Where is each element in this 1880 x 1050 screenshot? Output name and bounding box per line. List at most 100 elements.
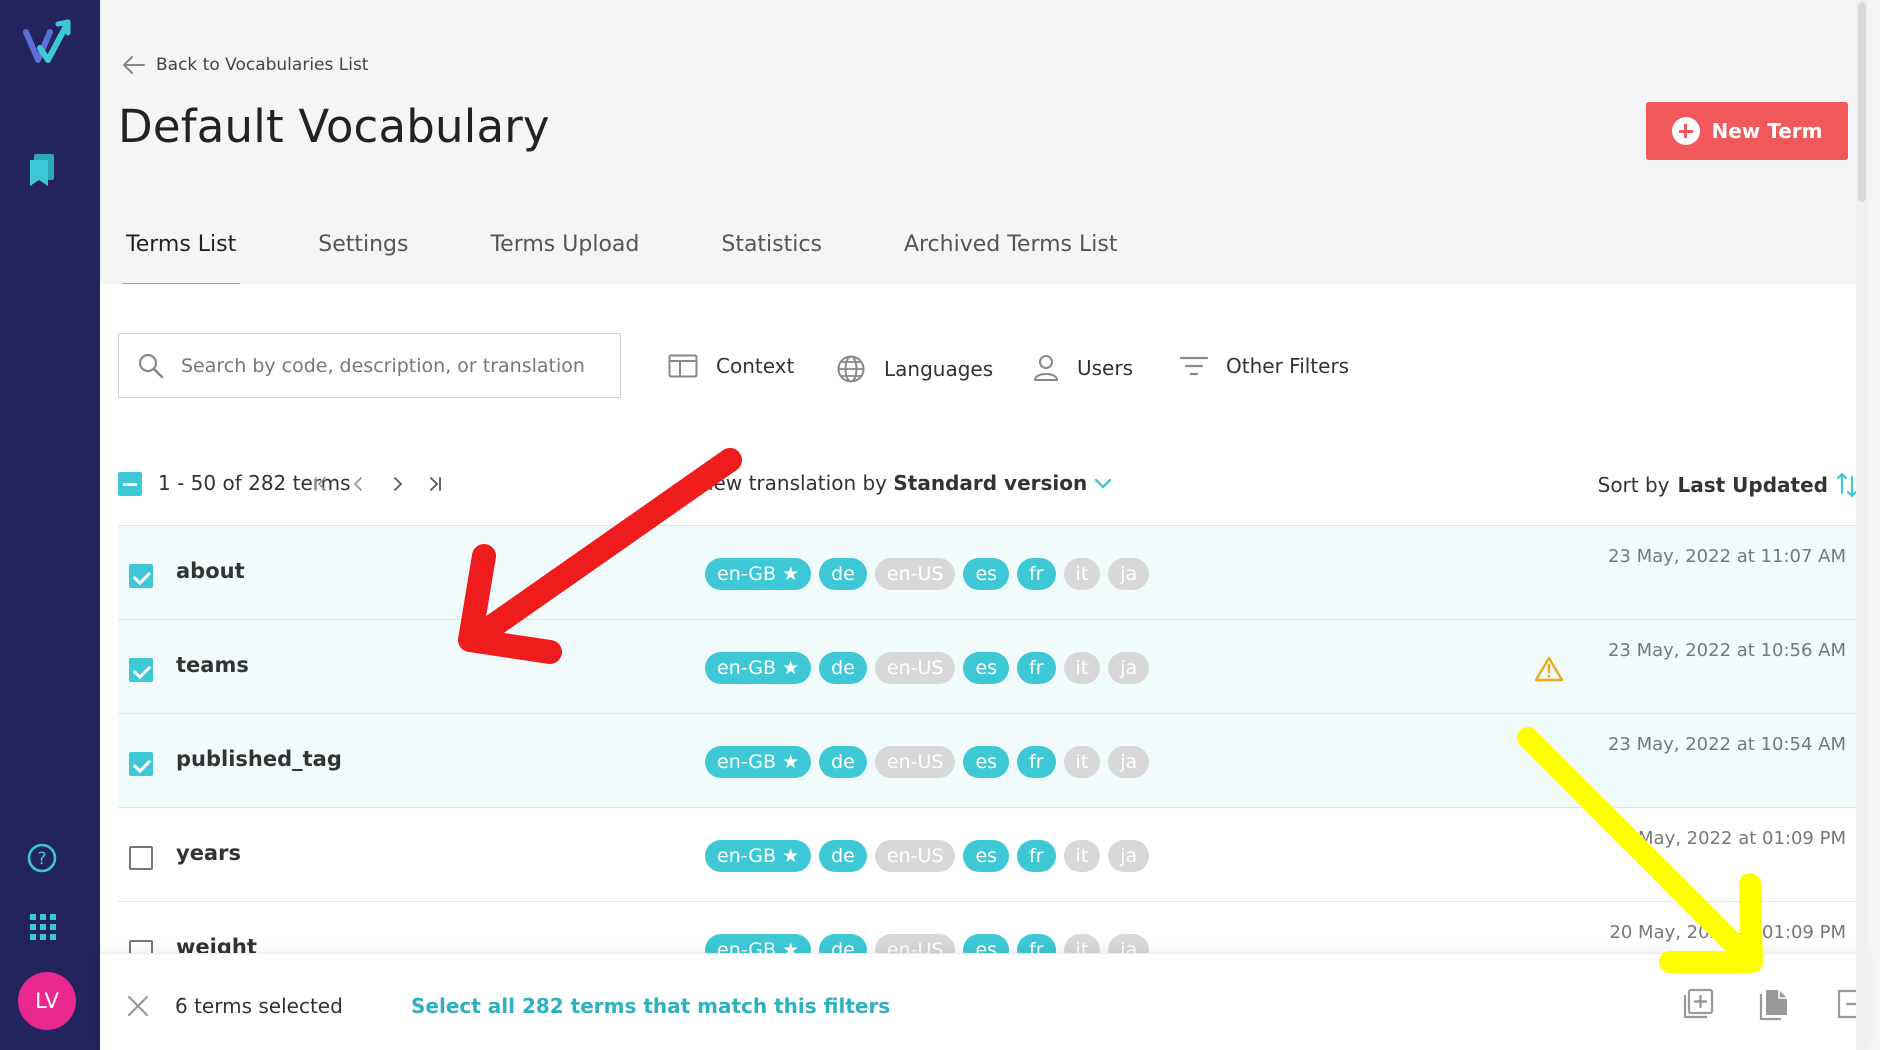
lang-badge-it[interactable]: it [1063, 746, 1101, 778]
languages-filter-label: Languages [884, 357, 994, 381]
selected-count: 6 terms selected [175, 994, 343, 1018]
lang-badge-de[interactable]: de [819, 746, 867, 778]
new-term-label: New Term [1711, 119, 1823, 143]
updated-date: 23 May, 2022 at 10:54 AM [1607, 734, 1846, 755]
table-row[interactable]: years en-GB ★ de en-US es fr it ja May, … [118, 807, 1858, 901]
context-filter-label: Context [716, 354, 795, 378]
language-badges: en-GB ★ de en-US es fr it ja [705, 558, 1150, 590]
lang-badge-en-us[interactable]: en-US [874, 840, 956, 872]
previous-page-icon[interactable] [350, 475, 368, 493]
view-translation-value: Standard version [893, 471, 1088, 495]
lang-badge-fr[interactable]: fr [1017, 746, 1056, 778]
languages-filter[interactable]: Languages [836, 354, 993, 384]
search-box [118, 333, 621, 398]
updated-date: May, 2022 at 01:09 PM [1638, 828, 1846, 849]
search-input[interactable] [181, 354, 601, 377]
lang-badge-fr[interactable]: fr [1017, 840, 1056, 872]
lang-badge-en-gb[interactable]: en-GB ★ [705, 840, 812, 872]
lang-badge-ja[interactable]: ja [1108, 746, 1150, 778]
close-icon[interactable] [126, 994, 150, 1018]
sort-prefix: Sort by [1597, 473, 1670, 497]
language-badges: en-GB ★ de en-US es fr it ja [705, 840, 1150, 872]
term-code[interactable]: teams [176, 653, 249, 677]
lang-badge-es[interactable]: es [963, 558, 1010, 590]
help-icon[interactable]: ? [26, 842, 58, 874]
lang-badge-ja[interactable]: ja [1108, 840, 1150, 872]
term-code[interactable]: published_tag [176, 747, 342, 771]
lang-badge-fr[interactable]: fr [1017, 558, 1056, 590]
table-row[interactable]: published_tag en-GB ★ de en-US es fr it … [118, 713, 1858, 807]
select-all-matching-link[interactable]: Select all 282 terms that match this fil… [411, 994, 890, 1018]
lang-badge-en-us[interactable]: en-US [874, 652, 956, 684]
term-code[interactable]: about [176, 559, 245, 583]
users-filter-label: Users [1077, 356, 1134, 380]
vocabularies-bookmark-icon[interactable] [26, 152, 60, 188]
table-row[interactable]: teams en-GB ★ de en-US es fr it ja 23 Ma… [118, 619, 1858, 713]
select-all-checkbox[interactable] [118, 472, 142, 496]
lang-badge-de[interactable]: de [819, 840, 867, 872]
context-filter[interactable]: Context [668, 354, 794, 378]
lang-badge-de[interactable]: de [819, 652, 867, 684]
search-icon [138, 353, 164, 378]
lang-badge-fr[interactable]: fr [1017, 652, 1056, 684]
lang-badge-en-us[interactable]: en-US [874, 746, 956, 778]
sort-selector[interactable]: Sort by Last Updated [1598, 471, 1858, 499]
lang-badge-en-gb[interactable]: en-GB ★ [705, 652, 812, 684]
first-page-icon[interactable] [312, 475, 330, 493]
tab-terms-list[interactable]: Terms List [122, 232, 241, 286]
row-checkbox[interactable] [129, 658, 153, 682]
lang-badge-it[interactable]: it [1063, 840, 1101, 872]
back-to-vocabularies-link[interactable]: Back to Vocabularies List [122, 55, 368, 75]
lang-badge-ja[interactable]: ja [1108, 652, 1150, 684]
sort-arrows-icon [1836, 472, 1858, 498]
row-checkbox[interactable] [129, 846, 153, 870]
lang-badge-de[interactable]: de [819, 558, 867, 590]
lang-badge-it[interactable]: it [1063, 652, 1101, 684]
selection-action-bar: 6 terms selected Select all 282 terms th… [100, 953, 1868, 1050]
new-term-button[interactable]: New Term [1646, 102, 1848, 160]
tab-terms-upload[interactable]: Terms Upload [486, 232, 643, 284]
other-filters[interactable]: Other Filters [1180, 354, 1349, 378]
row-checkbox[interactable] [129, 752, 153, 776]
svg-text:?: ? [37, 849, 46, 869]
tab-statistics[interactable]: Statistics [717, 232, 826, 284]
scrollbar-thumb[interactable] [1858, 2, 1866, 202]
last-page-icon[interactable] [426, 475, 444, 493]
table-row[interactable]: about en-GB ★ de en-US es fr it ja 23 Ma… [118, 525, 1858, 619]
next-page-icon[interactable] [388, 475, 406, 493]
lang-badge-it[interactable]: it [1063, 558, 1101, 590]
arrow-left-icon [123, 56, 145, 74]
main-area: Back to Vocabularies List Default Vocabu… [100, 0, 1868, 1050]
apps-grid-icon[interactable] [30, 914, 56, 940]
lang-badge-en-gb[interactable]: en-GB ★ [705, 746, 812, 778]
copy-icon[interactable] [1758, 988, 1790, 1022]
row-checkbox[interactable] [129, 564, 153, 588]
view-translation-selector[interactable]: iew translation by Standard version [708, 471, 1112, 495]
sidebar: ? LV [0, 0, 100, 1050]
users-filter[interactable]: Users [1033, 354, 1133, 382]
warning-icon[interactable] [1534, 656, 1564, 682]
chevron-down-icon [1094, 478, 1111, 489]
context-window-icon [668, 354, 698, 378]
terms-list-panel: Context Languages Users Other Filters [100, 284, 1868, 1050]
add-to-collection-icon[interactable] [1682, 988, 1714, 1020]
page-scrollbar[interactable] [1856, 0, 1868, 1050]
lang-badge-es[interactable]: es [963, 652, 1010, 684]
lang-badge-en-gb[interactable]: en-GB ★ [705, 558, 812, 590]
lang-badge-es[interactable]: es [963, 746, 1010, 778]
term-code[interactable]: years [176, 841, 241, 865]
terms-table: about en-GB ★ de en-US es fr it ja 23 Ma… [118, 525, 1858, 995]
page-title: Default Vocabulary [118, 100, 550, 153]
tab-settings[interactable]: Settings [314, 232, 412, 284]
sort-value: Last Updated [1677, 473, 1828, 497]
lang-badge-en-us[interactable]: en-US [874, 558, 956, 590]
app-logo-icon[interactable] [22, 18, 72, 68]
lang-badge-ja[interactable]: ja [1108, 558, 1150, 590]
back-link-label: Back to Vocabularies List [156, 55, 369, 75]
lang-badge-es[interactable]: es [963, 840, 1010, 872]
updated-date: 20 May, 2022 at 01:09 PM [1609, 922, 1846, 943]
plus-circle-icon [1671, 117, 1700, 145]
tab-bar: Terms List Settings Terms Upload Statist… [122, 232, 1195, 286]
tab-archived-terms-list[interactable]: Archived Terms List [900, 232, 1122, 284]
user-avatar[interactable]: LV [18, 972, 76, 1030]
